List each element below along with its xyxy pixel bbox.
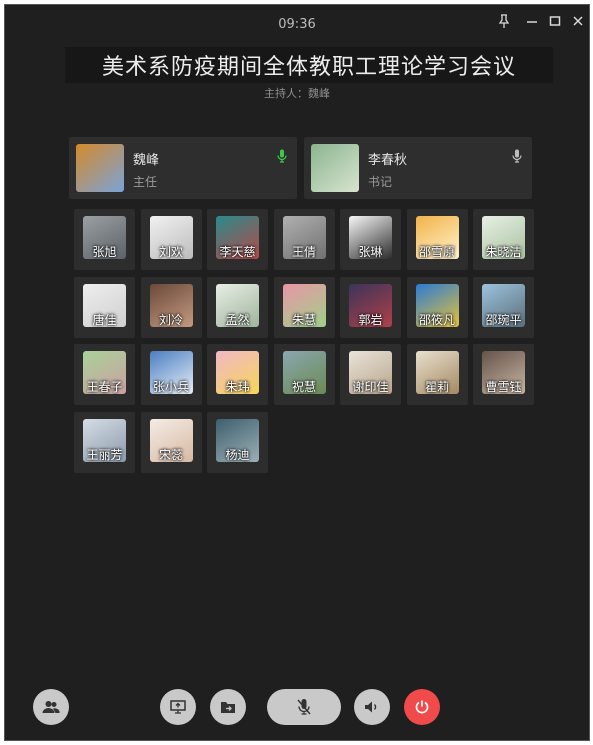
end-meeting-button[interactable]	[404, 689, 440, 725]
participant-name: 朱晓洁	[485, 245, 522, 259]
participant-name: 瞿莉	[424, 380, 449, 394]
meeting-window: 09:36 美术系防疫期间全体教职工理论学习会议 主持人：魏峰 魏峰 主任 李春…	[4, 4, 590, 741]
meeting-host: 主持人：魏峰	[264, 87, 330, 100]
folder-share-icon	[221, 702, 235, 713]
participant-tile[interactable]: 张小兵	[140, 344, 202, 405]
participant-tile[interactable]: 唐佳	[74, 276, 135, 338]
close-button[interactable]	[569, 11, 587, 31]
file-share-button[interactable]	[210, 689, 246, 725]
lead-card-2[interactable]: 李春秋 书记	[304, 137, 532, 199]
participant-name: 张琳	[358, 245, 383, 259]
participant-name: 唐佳	[92, 312, 117, 327]
participant-tile[interactable]: 宋蕊	[140, 411, 202, 473]
participant-tile[interactable]: 刘冷	[140, 276, 202, 338]
participant-name: 张小兵	[152, 380, 189, 394]
participant-name: 王春子	[86, 380, 123, 394]
lead-role: 书记	[368, 175, 393, 189]
lead-card-1[interactable]: 魏峰 主任	[69, 137, 297, 199]
title-band: 美术系防疫期间全体教职工理论学习会议	[65, 47, 553, 83]
lead-name: 李春秋	[368, 153, 408, 168]
participant-name: 邵筱凡	[418, 312, 455, 327]
lead-role: 主任	[133, 175, 158, 189]
participant-name: 李天慈	[219, 245, 256, 259]
participant-name: 刘冷	[158, 312, 183, 327]
mic-icon	[512, 149, 522, 163]
participant-tile[interactable]: 曹雪钰	[473, 344, 534, 405]
participant-tile[interactable]: 郭岩	[340, 276, 401, 338]
participant-name: 邵琬平	[485, 312, 522, 327]
speaker-icon	[365, 701, 377, 713]
avatar	[311, 144, 359, 192]
mic-muted-icon	[297, 699, 311, 715]
participant-tile[interactable]: 朱慧	[273, 276, 335, 338]
participant-name: 曹雪钰	[485, 380, 522, 394]
pin-icon	[498, 14, 510, 28]
participant-tile[interactable]: 孟然	[207, 276, 268, 338]
participant-tile[interactable]: 王春子	[74, 344, 135, 405]
minimize-button[interactable]	[523, 11, 541, 31]
participant-name: 王丽芳	[86, 447, 123, 462]
participant-name: 朱玮	[225, 380, 250, 394]
lead-name: 魏峰	[133, 153, 160, 168]
meeting-title: 美术系防疫期间全体教职工理论学习会议	[101, 55, 516, 80]
participant-tile[interactable]: 祝慧	[273, 344, 335, 405]
participant-tile[interactable]: 王丽芳	[74, 411, 135, 473]
participant-tile[interactable]: 邵雪原	[406, 209, 468, 270]
participant-name: 孟然	[225, 312, 250, 327]
participant-name: 杨迪	[225, 447, 250, 462]
close-icon	[573, 16, 583, 26]
speaker-button[interactable]	[354, 689, 390, 725]
participant-name: 朱慧	[291, 312, 316, 327]
participants-button[interactable]	[33, 689, 69, 725]
participant-name: 王倩	[291, 245, 316, 259]
participant-name: 祝慧	[291, 380, 316, 394]
screen-share-icon	[170, 700, 186, 714]
mute-button[interactable]	[267, 689, 341, 725]
participant-tile[interactable]: 张旭	[74, 209, 135, 270]
participant-tile[interactable]: 朱晓洁	[473, 209, 534, 270]
participant-name: 谢印佳	[352, 380, 389, 394]
participant-name: 刘欢	[158, 245, 183, 259]
avatar	[76, 144, 124, 192]
maximize-icon	[549, 16, 561, 26]
pin-button[interactable]	[495, 11, 513, 31]
participant-tile[interactable]: 谢印佳	[340, 344, 401, 405]
power-icon	[415, 700, 429, 714]
mic-active-icon	[277, 149, 287, 163]
participant-tile[interactable]: 邵筱凡	[406, 276, 468, 338]
participant-name: 郭岩	[358, 312, 383, 327]
participant-tile[interactable]: 朱玮	[207, 344, 268, 405]
participant-tile[interactable]: 张琳	[340, 209, 401, 270]
participant-tile[interactable]: 杨迪	[207, 411, 268, 473]
participant-tile[interactable]: 王倩	[273, 209, 335, 270]
participant-name: 张旭	[92, 245, 117, 259]
participant-tile[interactable]: 刘欢	[140, 209, 202, 270]
screen-share-button[interactable]	[160, 689, 196, 725]
participant-tile[interactable]: 瞿莉	[406, 344, 468, 405]
people-icon	[42, 701, 60, 713]
maximize-button[interactable]	[546, 11, 564, 31]
participant-name: 宋蕊	[158, 447, 183, 462]
participant-name: 邵雪原	[418, 245, 455, 259]
minimize-icon	[527, 21, 537, 23]
participant-tile[interactable]: 邵琬平	[473, 276, 534, 338]
participant-tile[interactable]: 李天慈	[207, 209, 268, 270]
